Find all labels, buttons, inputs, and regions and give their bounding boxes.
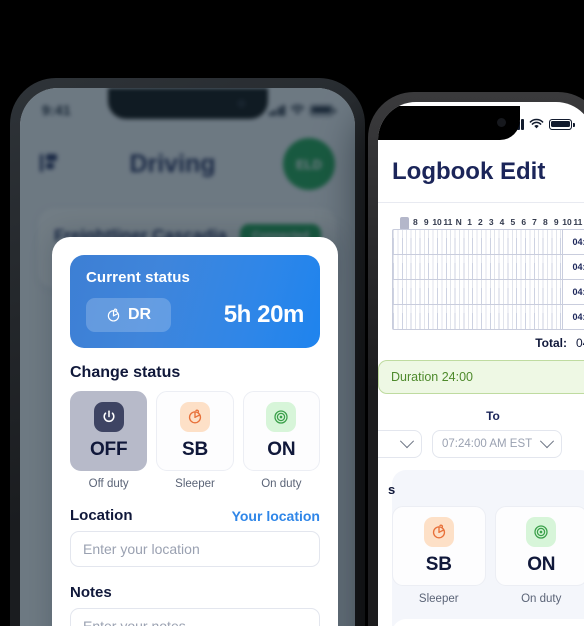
sleeper-clock-icon [107, 308, 120, 322]
power-icon [93, 402, 124, 432]
right-status-option-sb-box[interactable]: SB [392, 506, 486, 586]
logbook-edit-title: Logbook Edit [392, 158, 546, 185]
status-option-off-sub: Off duty [88, 478, 129, 490]
hour-label: 1 [467, 217, 472, 227]
right-phone-screen: Logbook Edit 8 9 10 11 N 1 2 3 4 5 6 7 8… [378, 102, 584, 626]
time-range-selects: T 07:24:00 AM EST [378, 430, 584, 458]
right-status-option-on-sub: On duty [521, 593, 562, 605]
hour-label: 2 [478, 217, 483, 227]
hour-label: 10 [432, 217, 442, 227]
hour-label: 9 [423, 217, 429, 227]
status-option-sb-sub: Sleeper [175, 478, 215, 490]
logbook-row[interactable]: 04:59 [393, 280, 584, 305]
status-option-off[interactable]: OFF Off duty [70, 391, 148, 490]
hour-label: 10 [562, 217, 572, 227]
to-time-select[interactable]: 07:24:00 AM EST [432, 430, 562, 458]
battery-full-icon [549, 118, 575, 130]
right-bottom-sheet [392, 619, 584, 626]
sleeper-clock-icon [423, 517, 454, 547]
sleeper-clock-icon [179, 402, 210, 432]
location-field-header: Location Your location [70, 507, 320, 524]
logbook-row-cells[interactable] [393, 230, 562, 254]
right-change-status-options: SB Sleeper ON On duty [392, 506, 584, 605]
hour-label: 9 [553, 217, 559, 227]
hour-label: 11 [443, 217, 453, 227]
logbook-row-total: 04:59 [562, 230, 584, 254]
wifi-icon [529, 118, 544, 129]
hour-label: 3 [488, 217, 494, 227]
logbook-row-total: 04:59 [562, 305, 584, 329]
location-input[interactable] [70, 531, 320, 567]
chevron-down-icon [399, 434, 415, 449]
to-label: To [486, 409, 500, 423]
hour-label: 5 [510, 217, 516, 227]
status-option-on[interactable]: ON On duty [242, 391, 320, 490]
current-status-label: Current status [86, 269, 190, 286]
status-option-off-box[interactable]: OFF [70, 391, 148, 471]
front-camera-icon [497, 118, 506, 127]
logbook-row-cells[interactable] [393, 255, 562, 279]
right-phone-device: Logbook Edit 8 9 10 11 N 1 2 3 4 5 6 7 8… [368, 92, 584, 626]
hour-label: 8 [542, 217, 548, 227]
status-option-sb-abbr: SB [181, 439, 208, 460]
logbook-hour-labels: 8 9 10 11 N 1 2 3 4 5 6 7 8 9 10 11 [392, 217, 584, 227]
logbook-row-total: 04:59 [562, 280, 584, 304]
logbook-row[interactable]: 04:59 [393, 230, 584, 255]
logbook-grid-area: 8 9 10 11 N 1 2 3 4 5 6 7 8 9 10 11 04 0… [378, 203, 584, 626]
right-status-bar [378, 102, 584, 146]
notes-input[interactable] [70, 608, 320, 626]
total-value: 04:59 [575, 336, 584, 350]
status-option-off-abbr: OFF [89, 439, 128, 460]
right-status-option-on-box[interactable]: ON [494, 506, 584, 586]
logbook-row-cells[interactable] [393, 305, 562, 329]
to-time-value: 07:24:00 AM EST [442, 438, 533, 450]
right-status-option-sb[interactable]: SB Sleeper [392, 506, 486, 605]
left-phone-screen: 9:41 D [20, 88, 355, 626]
status-option-sb[interactable]: SB Sleeper [156, 391, 234, 490]
current-status-code: DR [128, 306, 152, 323]
right-status-option-on[interactable]: ON On duty [494, 506, 584, 605]
your-location-link[interactable]: Your location [232, 508, 320, 524]
change-status-title: Change status [70, 364, 181, 381]
hour-label: 7 [532, 217, 537, 227]
target-icon [266, 402, 297, 432]
notes-field-header: Notes [70, 584, 320, 601]
hour-label: 11 [573, 217, 583, 227]
right-status-option-sb-abbr: SB [425, 554, 452, 575]
status-option-on-sub: On duty [261, 478, 302, 490]
logbook-row-total: 04:59 [562, 255, 584, 279]
current-status-code-pill: DR [86, 298, 172, 332]
logbook-grid[interactable]: 04:59 04:59 04:59 04:59 [392, 229, 584, 330]
left-phone-device: 9:41 D [10, 78, 365, 626]
hour-label: 6 [521, 217, 527, 227]
chevron-down-icon [539, 434, 555, 449]
right-change-status-panel: s SB Sleeper ON On duty [388, 470, 584, 626]
status-option-on-abbr: ON [267, 439, 296, 460]
current-status-card: Current status DR 5h 20m [70, 255, 320, 348]
status-option-on-box[interactable]: ON [242, 391, 320, 471]
status-option-sb-box[interactable]: SB [156, 391, 234, 471]
hour-label: 8 [413, 217, 418, 227]
target-icon [526, 517, 557, 547]
right-status-option-sb-sub: Sleeper [418, 593, 459, 605]
dynamic-island [378, 106, 520, 140]
logbook-row-cells[interactable] [393, 280, 562, 304]
hour-label: 4 [499, 217, 505, 227]
location-label: Location [70, 507, 133, 524]
duration-banner: Duration 24:00 [378, 360, 584, 394]
logbook-row[interactable]: 04:59 [393, 255, 584, 280]
screenshot-stage: 9:41 D [0, 0, 584, 626]
total-label: Total: [535, 336, 567, 350]
from-time-select[interactable]: T [378, 430, 422, 458]
right-change-status-title: s [388, 482, 396, 497]
logbook-total-row: Total: 04:59 [392, 336, 584, 350]
notes-label: Notes [70, 584, 112, 601]
hour-label: N [455, 217, 462, 227]
change-status-modal: Current status DR 5h 20m Change status O… [52, 237, 338, 626]
right-status-option-on-abbr: ON [527, 554, 556, 575]
current-status-duration: 5h 20m [223, 301, 305, 328]
logbook-row[interactable]: 04:59 [393, 305, 584, 329]
change-status-options: OFF Off duty SB Sleeper ON On duty [70, 391, 320, 490]
